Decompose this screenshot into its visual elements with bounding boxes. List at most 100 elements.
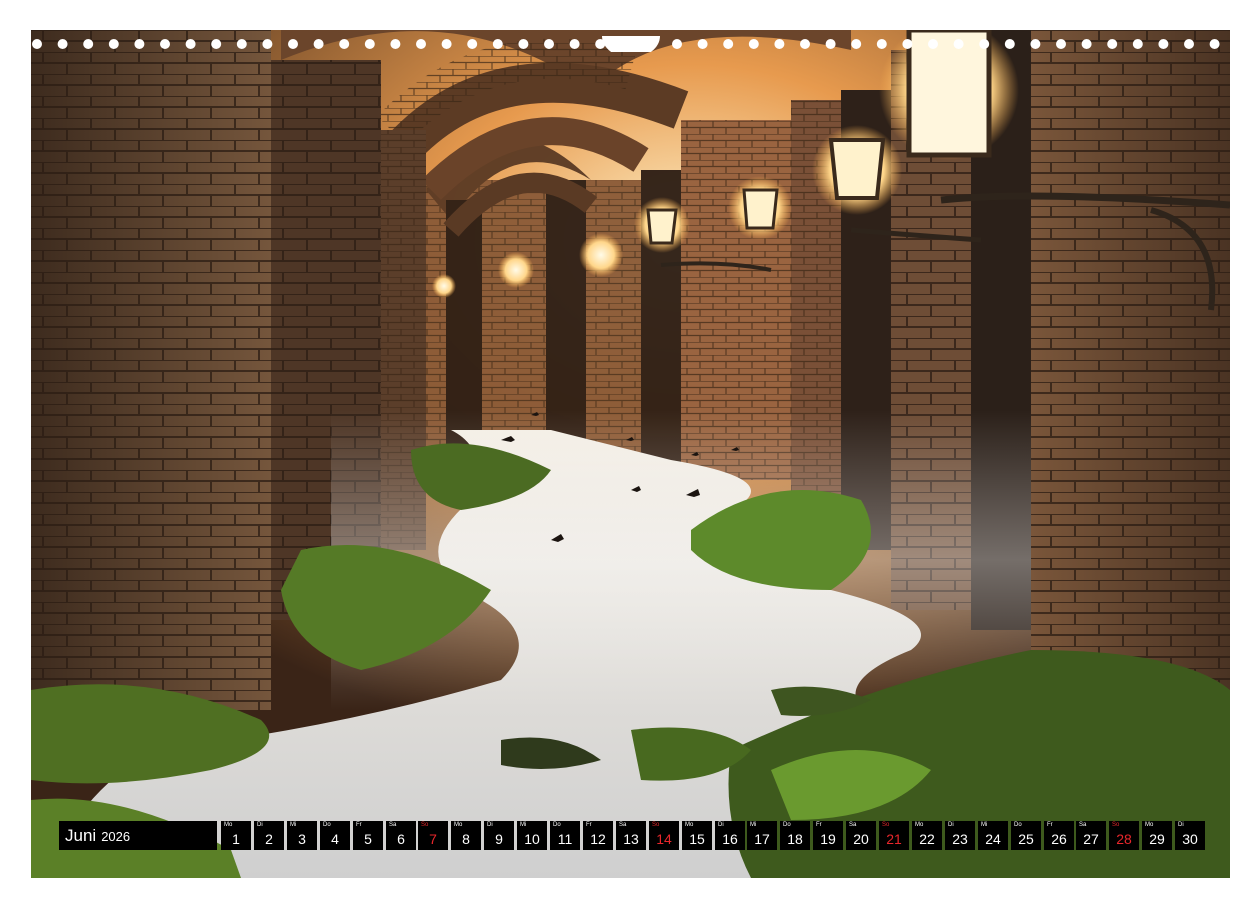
day-cell: Di 23: [945, 821, 975, 850]
binding-hole: [672, 39, 682, 49]
day-number: 2: [265, 831, 273, 847]
binding-hole: [1209, 39, 1220, 49]
day-cell: Di 2: [254, 821, 284, 850]
day-number: 1: [232, 831, 240, 847]
binding-hole: [928, 39, 938, 49]
weekday-label: Sa: [1079, 822, 1087, 828]
weekday-label: Fr: [1047, 822, 1053, 828]
day-number: 10: [524, 831, 540, 847]
binding-hole: [723, 39, 734, 49]
day-number: 7: [429, 831, 437, 847]
day-number: 29: [1149, 831, 1165, 847]
day-cell: Sa 20: [846, 821, 876, 850]
calendar-strip: Juni 2026 Mo 1 Di 2 Mi 3 Do 4 Fr 5 Sa 6 So 7 Mo 8 Di 9 Mi 1…: [59, 821, 1205, 850]
binding-hole: [1030, 39, 1041, 49]
binding-hole: [339, 39, 350, 49]
day-number: 9: [495, 831, 503, 847]
weekday-label: Mi: [981, 822, 988, 828]
weekday-label: Fr: [586, 822, 592, 828]
weekday-label: Sa: [849, 822, 857, 828]
day-number: 23: [952, 831, 968, 847]
binding-hole: [390, 39, 401, 49]
binding-hole: [441, 39, 452, 49]
day-number: 28: [1116, 831, 1132, 847]
binding-hole: [876, 39, 887, 49]
month-label: Juni 2026: [59, 821, 217, 850]
weekday-label: Di: [718, 822, 724, 828]
binding-hole: [160, 39, 170, 49]
month-name: Juni: [65, 825, 97, 845]
day-cell: Sa 27: [1076, 821, 1106, 850]
binding-hole: [1107, 39, 1118, 49]
month-year: 2026: [101, 829, 131, 844]
day-cell: Mi 17: [747, 821, 777, 850]
weekday-label: So: [1112, 822, 1120, 828]
day-cell: Mo 29: [1142, 821, 1172, 850]
binding-hole: [569, 39, 580, 49]
day-cell: Mi 3: [287, 821, 317, 850]
weekday-label: Mo: [454, 822, 463, 828]
weekday-label: Sa: [389, 822, 397, 828]
binding-hole: [108, 39, 119, 49]
binding-hole: [1158, 39, 1169, 49]
binding-hole: [134, 39, 145, 49]
day-number: 14: [656, 831, 672, 847]
day-cell: Fr 12: [583, 821, 613, 850]
binding-hole: [32, 39, 42, 49]
day-cell: Fr 19: [813, 821, 843, 850]
day-cell: Fr 26: [1044, 821, 1074, 850]
binding-hole: [748, 39, 759, 49]
arcade-stream-illustration: [31, 30, 1230, 878]
day-number: 11: [557, 831, 573, 847]
binding-hole: [697, 39, 708, 49]
day-cell: So 28: [1109, 821, 1139, 850]
binding-hole: [1132, 39, 1143, 49]
day-number: 16: [722, 831, 738, 847]
binding-holes: [32, 36, 1220, 52]
binding-hole: [236, 39, 247, 49]
binding-hole: [902, 39, 913, 49]
weekday-label: Mo: [1145, 822, 1154, 828]
binding-hole: [979, 39, 990, 49]
day-number: 24: [985, 831, 1001, 847]
binding-hole: [825, 39, 836, 49]
binding-hole: [1184, 39, 1194, 49]
weekday-label: So: [652, 822, 660, 828]
day-cell: Sa 13: [616, 821, 646, 850]
day-number: 13: [623, 831, 639, 847]
day-cell: Do 4: [320, 821, 350, 850]
weekday-label: Fr: [816, 822, 822, 828]
weekday-label: Do: [553, 822, 561, 828]
binding-hole: [57, 39, 68, 49]
day-cell: Mo 15: [682, 821, 712, 850]
day-number: 5: [364, 831, 372, 847]
day-number: 4: [331, 831, 339, 847]
weekday-label: Mo: [224, 822, 233, 828]
day-cell: So 7: [418, 821, 448, 850]
weekday-label: Mo: [685, 822, 694, 828]
binding-hole: [953, 39, 964, 49]
weekday-label: Do: [323, 822, 331, 828]
day-cell: Sa 6: [386, 821, 416, 850]
day-number: 18: [787, 831, 803, 847]
binding-hole: [211, 39, 222, 49]
binding-hole: [800, 39, 810, 49]
spiral-binding: [31, 36, 1230, 52]
binding-hole: [492, 39, 503, 49]
binding-hole: [1004, 39, 1015, 49]
binding-hole: [1081, 39, 1092, 49]
day-number: 17: [754, 831, 770, 847]
day-number: 20: [853, 831, 869, 847]
binding-hole: [851, 39, 862, 49]
day-number: 26: [1051, 831, 1067, 847]
day-cell: Fr 5: [353, 821, 383, 850]
day-number: 8: [462, 831, 470, 847]
binding-hole: [185, 39, 196, 49]
binding-hole: [518, 39, 529, 49]
binding-hole: [544, 39, 554, 49]
day-number: 19: [820, 831, 836, 847]
binding-hole: [1056, 39, 1066, 49]
day-cell: Di 16: [715, 821, 745, 850]
day-cell: Do 11: [550, 821, 580, 850]
weekday-label: So: [421, 822, 429, 828]
